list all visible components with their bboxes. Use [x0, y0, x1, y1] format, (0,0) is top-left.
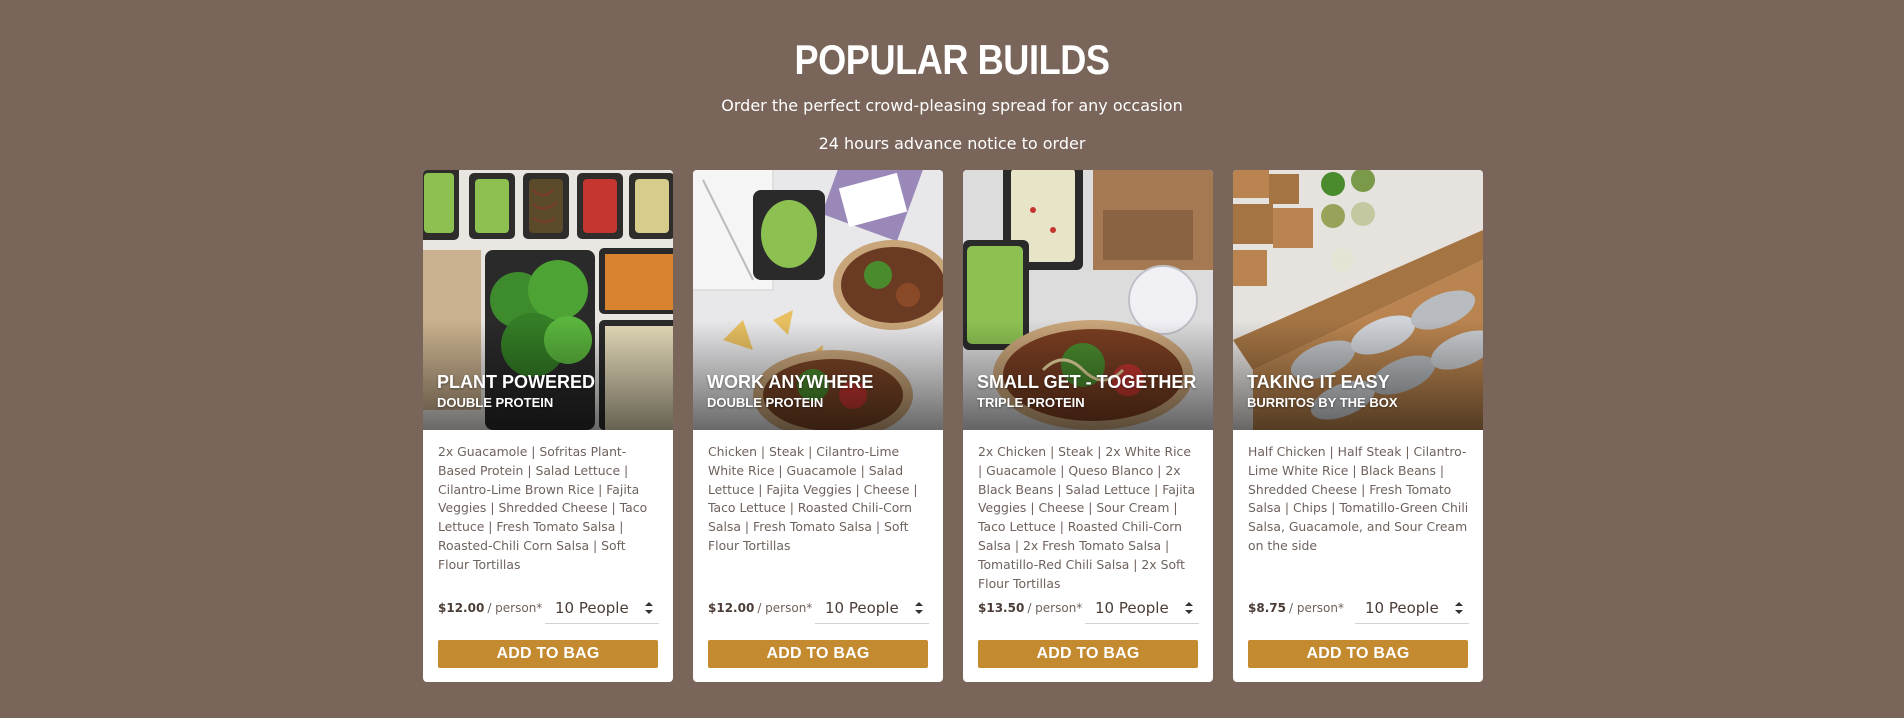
price-row: $12.00 / person* 10 People	[438, 592, 659, 624]
price-row: $13.50 / person* 10 People	[978, 592, 1199, 624]
add-to-bag-button[interactable]: ADD TO BAG	[708, 640, 928, 668]
section-subtitle: Order the perfect crowd-pleasing spread …	[721, 96, 1183, 115]
build-card-taking-it-easy: TAKING IT EASY BURRITOS BY THE BOX Half …	[1233, 170, 1483, 682]
price-unit: / person*	[487, 601, 543, 615]
build-cards: PLANT POWERED DOUBLE PROTEIN 2x Guacamol…	[423, 170, 1483, 682]
price-unit: / person*	[757, 601, 813, 615]
card-subtitle: DOUBLE PROTEIN	[707, 395, 824, 410]
card-title: TAKING IT EASY	[1247, 372, 1390, 392]
price: $12.00	[708, 601, 755, 615]
price-unit: / person*	[1288, 601, 1344, 615]
people-select-value: 10 People	[1365, 598, 1439, 617]
add-to-bag-button[interactable]: ADD TO BAG	[1248, 640, 1468, 668]
people-select-value: 10 People	[825, 598, 899, 617]
people-select-value: 10 People	[555, 598, 629, 617]
card-title: PLANT POWERED	[437, 372, 596, 392]
work-anywhere-photo: WORK ANYWHERE DOUBLE PROTEIN	[693, 170, 943, 430]
build-card-small-get-together: SMALL GET - TOGETHER TRIPLE PROTEIN 2x C…	[963, 170, 1213, 682]
card-description: Half Chicken | Half Steak | Cilantro-Lim…	[1248, 444, 1469, 553]
plant-powered-photo: PLANT POWERED DOUBLE PROTEIN	[423, 170, 673, 430]
popular-builds-header: POPULAR BUILDS Order the perfect crowd-p…	[0, 36, 1904, 154]
card-subtitle: DOUBLE PROTEIN	[437, 395, 554, 410]
people-select[interactable]: 10 People	[1355, 592, 1469, 624]
sort-arrows-icon	[915, 602, 923, 614]
card-description: 2x Guacamole | Sofritas Plant-Based Prot…	[438, 444, 648, 572]
card-title: WORK ANYWHERE	[707, 372, 874, 392]
taking-it-easy-photo: TAKING IT EASY BURRITOS BY THE BOX	[1233, 170, 1483, 430]
card-description: 2x Chicken | Steak | 2x White Rice | Gua…	[978, 444, 1196, 591]
price: $8.75	[1248, 601, 1286, 615]
people-select[interactable]: 10 People	[815, 592, 929, 624]
card-subtitle: TRIPLE PROTEIN	[977, 395, 1085, 410]
catering-page: POPULAR BUILDS Order the perfect crowd-p…	[0, 0, 1904, 718]
price-unit: / person*	[1027, 601, 1083, 615]
small-get-together-photo: SMALL GET - TOGETHER TRIPLE PROTEIN	[963, 170, 1213, 430]
add-to-bag-button[interactable]: ADD TO BAG	[978, 640, 1198, 668]
card-subtitle: BURRITOS BY THE BOX	[1247, 395, 1398, 410]
price-row: $12.00 / person* 10 People	[708, 592, 929, 624]
card-description: Chicken | Steak | Cilantro-Lime White Ri…	[708, 444, 918, 553]
build-card-plant-powered: PLANT POWERED DOUBLE PROTEIN 2x Guacamol…	[423, 170, 673, 682]
sort-arrows-icon	[1185, 602, 1193, 614]
advance-notice: 24 hours advance notice to order	[818, 134, 1086, 153]
price-row: $8.75 / person* 10 People	[1248, 592, 1469, 624]
price: $12.00	[438, 601, 485, 615]
people-select[interactable]: 10 People	[1085, 592, 1199, 624]
build-card-work-anywhere: WORK ANYWHERE DOUBLE PROTEIN Chicken | S…	[693, 170, 943, 682]
card-title: SMALL GET - TOGETHER	[977, 372, 1197, 392]
section-title: POPULAR BUILDS	[794, 36, 1110, 83]
price: $13.50	[978, 601, 1025, 615]
people-select[interactable]: 10 People	[545, 592, 659, 624]
people-select-value: 10 People	[1095, 598, 1169, 617]
add-to-bag-button[interactable]: ADD TO BAG	[438, 640, 658, 668]
sort-arrows-icon	[645, 602, 653, 614]
sort-arrows-icon	[1455, 602, 1463, 614]
